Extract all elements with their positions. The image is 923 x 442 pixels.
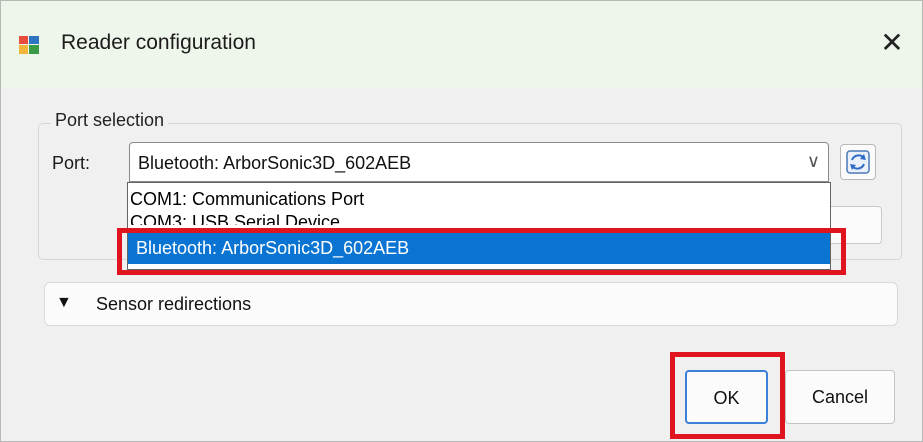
app-form-icon bbox=[19, 36, 39, 54]
port-selection-legend: Port selection bbox=[51, 110, 169, 131]
port-combobox-value: Bluetooth: ArborSonic3D_602AEB bbox=[138, 153, 412, 173]
window-title: Reader configuration bbox=[61, 31, 256, 54]
cancel-button[interactable]: Cancel bbox=[785, 370, 895, 424]
port-combobox[interactable]: Bluetooth: ArborSonic3D_602AEB ∨ bbox=[129, 142, 829, 182]
port-label: Port: bbox=[52, 153, 91, 173]
close-button[interactable]: ✕ bbox=[874, 25, 910, 61]
ok-button[interactable]: OK bbox=[685, 370, 768, 424]
dropdown-option-selected[interactable]: Bluetooth: ArborSonic3D_602AEB bbox=[128, 232, 830, 264]
dropdown-option[interactable]: COM3: USB Serial Device bbox=[128, 212, 830, 225]
dropdown-option[interactable]: COM1: Communications Port bbox=[128, 189, 830, 211]
refresh-icon bbox=[846, 150, 870, 174]
sensor-redirections-expander[interactable]: ▼ Sensor redirections bbox=[44, 282, 898, 326]
refresh-ports-button[interactable] bbox=[840, 144, 876, 180]
title-bar[interactable]: Reader configuration ✕ bbox=[1, 1, 922, 89]
port-dropdown-list: COM1: Communications Port COM3: USB Seri… bbox=[127, 182, 831, 270]
reader-configuration-dialog: Reader configuration ✕ Port selection Po… bbox=[0, 0, 923, 442]
chevron-down-icon[interactable]: ∨ bbox=[807, 151, 820, 172]
collapse-arrow-icon: ▼ bbox=[56, 294, 72, 311]
partially-hidden-button[interactable] bbox=[830, 206, 882, 244]
sensor-redirections-label: Sensor redirections bbox=[96, 294, 252, 314]
